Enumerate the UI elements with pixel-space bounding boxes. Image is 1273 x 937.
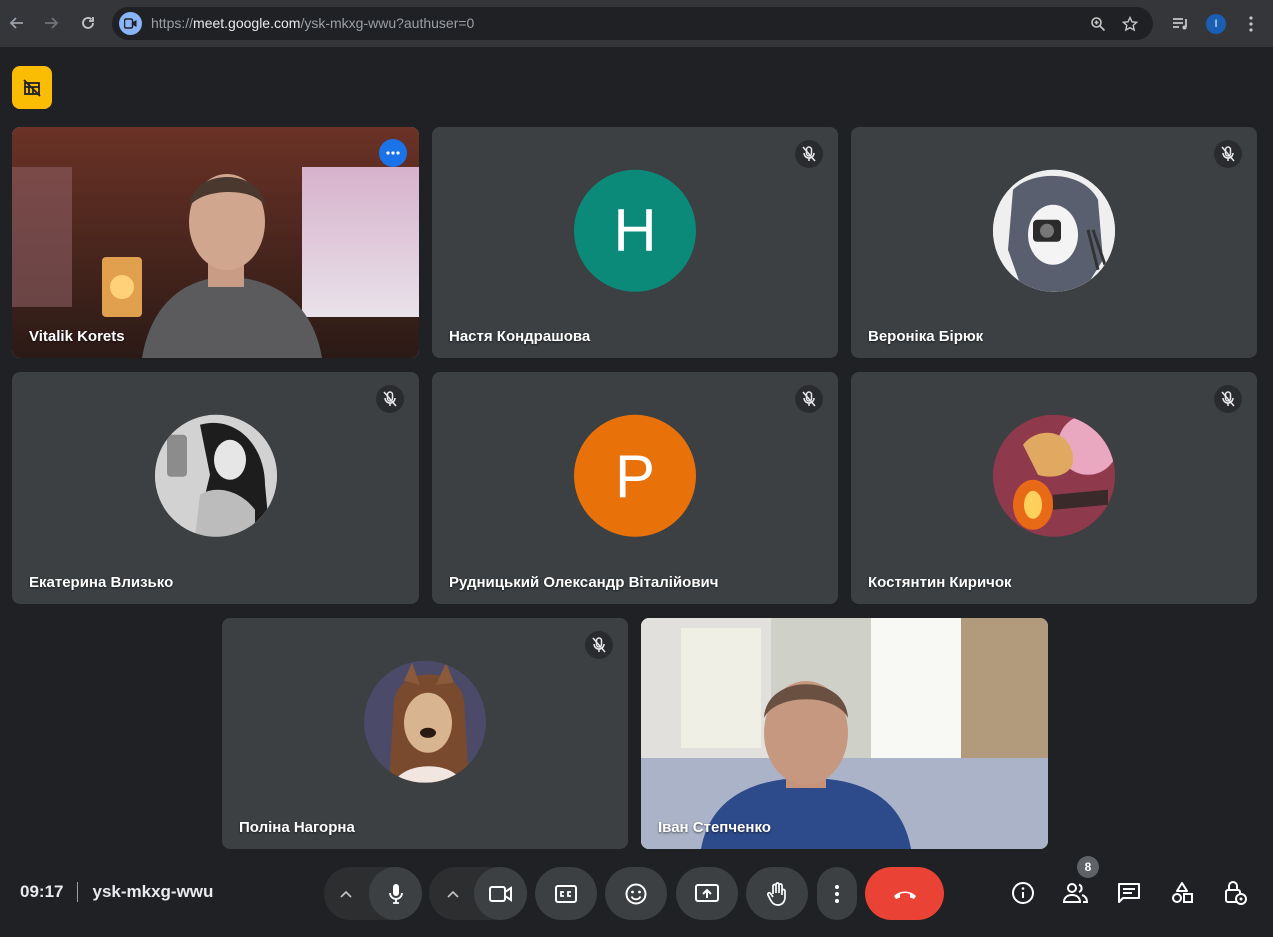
- mic-off-icon: [795, 140, 823, 168]
- profile-avatar[interactable]: I: [1206, 14, 1226, 34]
- info-icon: [1012, 882, 1034, 904]
- participant-avatar: [154, 414, 277, 537]
- participant-name: Костянтин Киричок: [868, 574, 1012, 591]
- hangup-icon: [893, 891, 916, 899]
- camera-options-chevron-icon[interactable]: [447, 885, 459, 903]
- mic-off-icon: [1214, 385, 1242, 413]
- emoji-icon: [625, 883, 647, 904]
- participant-tile[interactable]: Vitalik Korets: [12, 127, 419, 358]
- participant-tile[interactable]: Іван Степченко: [641, 618, 1048, 849]
- mic-control-group: [324, 867, 422, 920]
- chat-button[interactable]: [1114, 878, 1144, 908]
- participant-tile[interactable]: Екатерина Влизько: [12, 372, 419, 604]
- participant-tile[interactable]: H Настя Кондрашова: [432, 127, 838, 358]
- raise-hand-button[interactable]: [746, 867, 808, 920]
- more-icon: [835, 884, 839, 903]
- browser-toolbar: https://meet.google.com/ysk-mkxg-wwu?aut…: [0, 0, 1273, 47]
- mic-off-icon: [376, 385, 404, 413]
- activities-icon: [1172, 882, 1193, 903]
- meeting-code: ysk-mkxg-wwu: [92, 882, 214, 901]
- recording-badge-icon[interactable]: [12, 66, 52, 109]
- participant-avatar: [993, 169, 1115, 292]
- meet-site-icon[interactable]: [119, 12, 142, 35]
- more-options-icon[interactable]: [379, 139, 407, 167]
- activities-button[interactable]: [1167, 878, 1197, 908]
- clock-time: 09:17: [20, 882, 64, 901]
- participant-tile[interactable]: Вероніка Бірюк: [851, 127, 1257, 358]
- mic-off-icon: [1214, 140, 1242, 168]
- mic-off-icon: [585, 631, 613, 659]
- participant-name: Вероніка Бірюк: [868, 328, 984, 345]
- url-text: https://meet.google.com/ysk-mkxg-wwu?aut…: [151, 15, 475, 31]
- forward-icon[interactable]: [38, 10, 64, 36]
- more-options-button[interactable]: [817, 867, 857, 920]
- present-icon: [695, 883, 719, 902]
- participant-avatar: P: [574, 414, 696, 537]
- participant-name: Екатерина Влизько: [29, 574, 174, 591]
- participant-name: Vitalik Korets: [29, 328, 125, 345]
- raise-hand-icon: [767, 881, 786, 906]
- people-button[interactable]: [1061, 878, 1091, 908]
- camera-icon: [488, 885, 512, 902]
- mic-options-chevron-icon[interactable]: [340, 885, 352, 903]
- participant-avatar: H: [574, 169, 696, 292]
- captions-button[interactable]: [535, 867, 597, 920]
- host-controls-icon: [1225, 881, 1247, 905]
- present-button[interactable]: [676, 867, 738, 920]
- people-icon: [1063, 883, 1089, 903]
- participant-avatar: [993, 414, 1115, 537]
- browser-menu-icon[interactable]: [1240, 13, 1262, 35]
- divider: [77, 882, 79, 902]
- participant-name: Поліна Нагорна: [239, 819, 355, 836]
- leave-call-button[interactable]: [865, 867, 944, 920]
- media-control-icon[interactable]: [1170, 13, 1192, 35]
- emoji-button[interactable]: [605, 867, 667, 920]
- participant-avatar: [364, 660, 486, 783]
- chat-icon: [1118, 883, 1140, 903]
- participant-video: [641, 618, 1048, 849]
- meeting-details-button[interactable]: [1008, 878, 1038, 908]
- participant-name: Настя Кондрашова: [449, 328, 591, 345]
- participant-name: Рудницький Олександр Віталійович: [449, 574, 719, 591]
- participant-tile[interactable]: Костянтин Киричок: [851, 372, 1257, 604]
- zoom-icon[interactable]: [1088, 14, 1108, 34]
- participant-count-badge: 8: [1077, 856, 1099, 878]
- mic-icon: [388, 883, 403, 904]
- meeting-info: 09:17 ysk-mkxg-wwu: [20, 882, 213, 902]
- mic-button[interactable]: [369, 867, 422, 920]
- participant-video: [12, 127, 419, 358]
- camera-button[interactable]: [474, 867, 527, 920]
- participant-tile[interactable]: Поліна Нагорна: [222, 618, 628, 849]
- host-controls-button[interactable]: [1220, 878, 1250, 908]
- captions-icon: [555, 884, 577, 903]
- participant-tile[interactable]: P Рудницький Олександр Віталійович: [432, 372, 838, 604]
- camera-control-group: [429, 867, 527, 920]
- participant-name: Іван Степченко: [658, 819, 771, 836]
- bookmark-star-icon[interactable]: [1120, 14, 1140, 34]
- address-bar[interactable]: https://meet.google.com/ysk-mkxg-wwu?aut…: [112, 7, 1153, 40]
- reload-icon[interactable]: [75, 10, 101, 36]
- mic-off-icon: [795, 385, 823, 413]
- back-icon[interactable]: [4, 10, 30, 36]
